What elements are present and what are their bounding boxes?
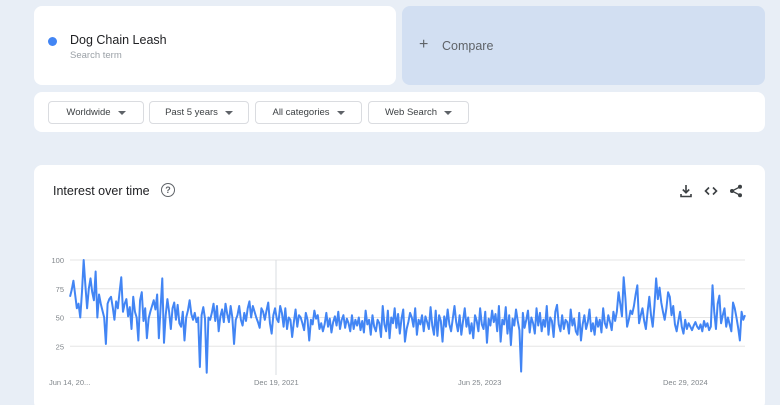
series-color-dot	[48, 37, 57, 46]
y-tick-label: 75	[56, 285, 64, 294]
filter-search-type-label: Web Search	[384, 107, 438, 118]
chevron-down-icon	[117, 110, 126, 115]
filter-category[interactable]: All categories	[255, 101, 362, 124]
filter-category-label: All categories	[272, 107, 330, 118]
filter-region-label: Worldwide	[66, 107, 111, 118]
x-tick-label: Jun 25, 2023	[458, 378, 501, 387]
compare-label: Compare	[442, 39, 494, 53]
chevron-down-icon	[444, 110, 453, 115]
series-line	[69, 259, 746, 374]
filter-region[interactable]: Worldwide	[48, 101, 144, 124]
y-tick-label: 25	[56, 342, 64, 351]
chevron-down-icon	[224, 110, 233, 115]
y-tick-label: 50	[56, 314, 64, 323]
chevron-down-icon	[336, 110, 345, 115]
x-tick-label: Dec 19, 2021	[254, 378, 299, 387]
search-term-card[interactable]: Dog Chain Leash Search term	[34, 6, 396, 85]
x-tick-label: Jun 14, 20...	[49, 378, 90, 387]
filter-time-range-label: Past 5 years	[165, 107, 218, 118]
y-tick-label: 100	[51, 256, 64, 265]
interest-line-chart[interactable]: 100 75 50 25 Jun 14, 20... Dec 19, 2021 Jun 25…	[34, 165, 765, 405]
filter-bar: Worldwide Past 5 years All categories We…	[34, 92, 765, 132]
search-term-subtitle: Search term	[70, 50, 122, 61]
search-term-name[interactable]: Dog Chain Leash	[70, 33, 167, 47]
plus-icon: +	[419, 36, 429, 53]
interest-over-time-card: Interest over time ? 100 75 50 25 Jun 14, 20…	[34, 165, 765, 405]
filter-search-type[interactable]: Web Search	[368, 101, 469, 124]
filter-time-range[interactable]: Past 5 years	[149, 101, 249, 124]
compare-button[interactable]: + Compare	[402, 6, 765, 85]
x-tick-label: Dec 29, 2024	[663, 378, 708, 387]
